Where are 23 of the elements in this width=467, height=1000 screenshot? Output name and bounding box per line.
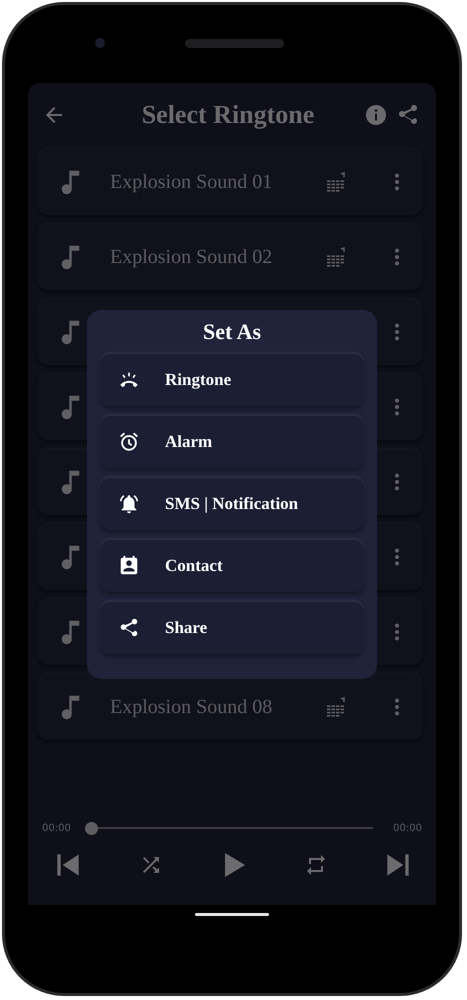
option-button[interactable]: Alarm [100,416,364,468]
elapsed-time: 00:00 [42,823,71,834]
option-button[interactable]: Ringtone [100,354,364,406]
camera-icon [95,38,105,48]
total-time: 00:00 [393,823,422,834]
equalizer-icon[interactable] [324,695,348,719]
equalizer-icon[interactable] [324,245,348,269]
bell-icon [118,493,140,515]
alarm-clock-icon [118,431,140,453]
contact-card-icon [118,555,140,577]
sound-name: Explosion Sound 01 [110,170,274,194]
dialog-title: Set As [202,318,262,346]
option-button[interactable]: Share [100,602,364,654]
progress-thumb[interactable] [84,822,98,835]
sound-name: Explosion Sound 08 [110,696,274,718]
info-icon[interactable] [364,103,388,127]
option-button[interactable]: Contact [100,540,364,592]
equalizer-icon[interactable] [324,170,348,194]
option-button[interactable]: SMS | Notification [100,478,364,530]
share-icon[interactable] [396,103,420,127]
screen-title: Select Ringtone [140,100,316,130]
sound-name: Explosion Sound 02 [110,246,274,268]
share-icon [118,617,140,639]
